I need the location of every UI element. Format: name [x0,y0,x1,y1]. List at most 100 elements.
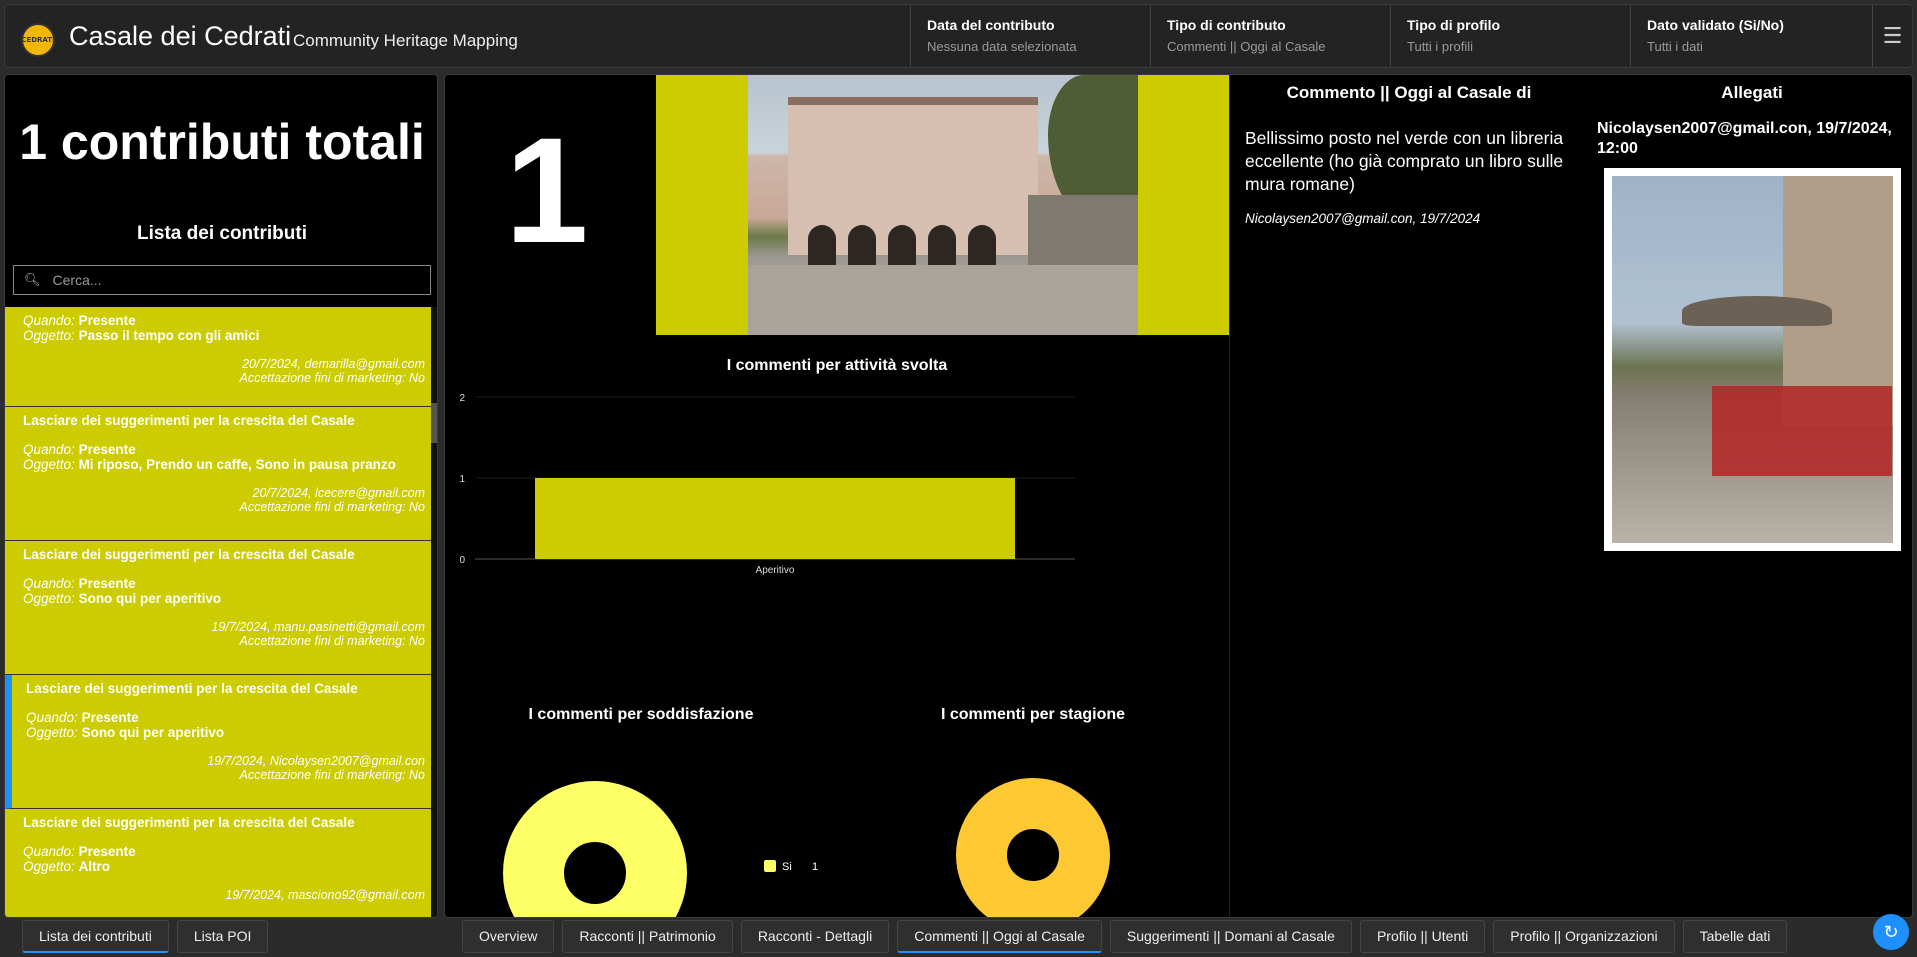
tab-commenti-oggi[interactable]: Commenti || Oggi al Casale [897,920,1102,953]
chart-title: I commenti per attività svolta [727,357,948,374]
when-label: Quando: [26,710,78,725]
logo: CEDRATI [21,23,55,57]
list-item[interactable]: Quando: Presente Oggetto: Passo il tempo… [5,307,433,407]
main-panel: 1 Commento || Oggi al Casale di Bellissi… [444,74,1913,918]
filter-label: Tipo di contributo [1167,17,1286,33]
object-value: Sono qui per aperitivo [81,725,225,740]
item-marketing: Accettazione fini di marketing: No [239,634,425,648]
filter-data-contributo[interactable]: Data del contributo Nessuna data selezio… [910,5,1150,67]
item-title: Lasciare dei suggerimenti per la crescit… [23,413,355,428]
when-value: Presente [81,710,139,725]
search-icon: 🔍︎ [24,272,41,288]
tab-profilo-organizzazioni[interactable]: Profilo || Organizzazioni [1493,920,1675,953]
photo-umbrella [1682,296,1832,326]
comment-meta: Nicolaysen2007@gmail.con, 19/7/2024 [1245,211,1481,226]
pie-chart-soddisfazione: I commenti per soddisfazione Si 1 [503,706,818,917]
object-label: Oggetto: [23,328,75,343]
when-value: Presente [78,844,136,859]
filter-dato-validato[interactable]: Dato validato (Si/No) Tutti i dati [1630,5,1874,67]
chart-title: I commenti per soddisfazione [529,706,754,723]
item-title: Lasciare dei suggerimenti per la crescit… [23,547,355,562]
object-value: Altro [78,859,111,874]
legend-swatch [764,860,776,872]
tab-suggerimenti-domani[interactable]: Suggerimenti || Domani al Casale [1109,920,1352,953]
tab-racconti-dettagli[interactable]: Racconti - Dettagli [740,920,890,953]
tab-tabelle-dati[interactable]: Tabelle dati [1682,920,1788,953]
search-input[interactable] [52,272,413,288]
object-label: Oggetto: [23,457,75,472]
item-meta: 20/7/2024, demarilla@gmail.com [242,357,425,371]
object-value: Sono qui per aperitivo [78,591,222,606]
attachment-meta: Nicolaysen2007@gmail.con, 19/7/2024, 12:… [1597,120,1892,157]
item-meta: 19/7/2024, manu.pasinetti@gmail.com [211,620,425,634]
filter-label: Dato validato (Si/No) [1647,17,1784,33]
object-value: Mi riposo, Prendo un caffe, Sono in paus… [78,457,396,472]
pie-slice [503,781,687,917]
scrollbar-thumb[interactable] [431,403,437,443]
filter-tipo-profilo[interactable]: Tipo di profilo Tutti i profili [1390,5,1630,67]
list-item[interactable]: Lasciare dei suggerimenti per la crescit… [5,541,433,675]
comment-title: Commento || Oggi al Casale di [1286,83,1532,102]
object-label: Oggetto: [23,859,75,874]
photo-arch [968,225,996,265]
photo-tables [1712,386,1892,476]
filter-value: Tutti i dati [1647,39,1703,54]
total-contributions: 1 contributi totali [19,114,425,170]
list-item[interactable]: Lasciare dei suggerimenti per la crescit… [5,407,433,541]
y-tick-label: 0 [459,555,465,566]
contributions-panel: 1 contributi totali Lista dei contributi… [4,74,438,918]
item-meta: 19/7/2024, Nicolaysen2007@gmail.con [207,754,425,768]
when-value: Presente [78,313,136,328]
attachments-title: Allegati [1721,83,1783,102]
divider [1229,75,1230,917]
filter-label: Data del contributo [927,17,1055,33]
photo-arch [928,225,956,265]
legend-label: Si [782,861,792,873]
search-box[interactable]: 🔍︎ [13,265,431,295]
list-item-selected[interactable]: Lasciare dei suggerimenti per la crescit… [5,675,433,809]
photo-arch [888,225,916,265]
casale-photo [748,75,1138,335]
tab-racconti-patrimonio[interactable]: Racconti || Patrimonio [562,920,733,953]
list-scrollbar[interactable] [431,307,437,917]
pie-chart-stagione: I commenti per stagione Estate1 [941,706,1125,917]
when-label: Quando: [23,442,75,457]
refresh-icon[interactable]: ↻ [1873,914,1909,950]
filter-value: Nessuna data selezionata [927,39,1077,54]
filter-tipo-contributo[interactable]: Tipo di contributo Commenti || Oggi al C… [1150,5,1390,67]
item-title: Lasciare dei suggerimenti per la crescit… [23,815,355,830]
filter-value: Tutti i profili [1407,39,1473,54]
app-subtitle: Community Heritage Mapping [293,31,518,50]
photo-arch [808,225,836,265]
photo-wall [1028,195,1138,275]
photo-ground [748,265,1138,335]
list-item[interactable]: Lasciare dei suggerimenti per la crescit… [5,809,433,917]
comment-count: 1 [505,106,589,274]
attachment-photo[interactable] [1604,168,1901,551]
contributions-list[interactable]: Quando: Presente Oggetto: Passo il tempo… [5,307,433,917]
filter-value: Commenti || Oggi al Casale [1167,39,1326,54]
bar [535,478,1015,559]
item-meta: 20/7/2024, lcecere@gmail.com [252,486,426,500]
object-value: Passo il tempo con gli amici [78,328,260,343]
object-label: Oggetto: [23,591,75,606]
legend-value: 1 [812,861,818,873]
app-title: Casale dei Cedrati [69,21,292,51]
filter-label: Tipo di profilo [1407,17,1501,33]
tab-profilo-utenti[interactable]: Profilo || Utenti [1359,920,1486,953]
pie-slice [956,778,1110,917]
when-value: Presente [78,576,136,591]
item-title: Lasciare dei suggerimenti per la crescit… [26,681,358,696]
y-tick-label: 2 [459,393,465,404]
tab-lista-poi[interactable]: Lista POI [176,920,269,953]
tab-overview[interactable]: Overview [462,920,555,953]
comment-text: Bellissimo posto nel verde con un librer… [1245,128,1564,194]
item-marketing: Accettazione fini di marketing: No [239,768,425,782]
left-tabs: Lista dei contributi Lista POI [4,920,269,953]
hamburger-menu-icon[interactable]: ☰ [1872,5,1912,67]
object-label: Oggetto: [26,725,78,740]
when-label: Quando: [23,313,75,328]
chart-title: I commenti per stagione [941,706,1125,723]
tab-lista-contributi[interactable]: Lista dei contributi [22,920,169,953]
when-label: Quando: [23,844,75,859]
